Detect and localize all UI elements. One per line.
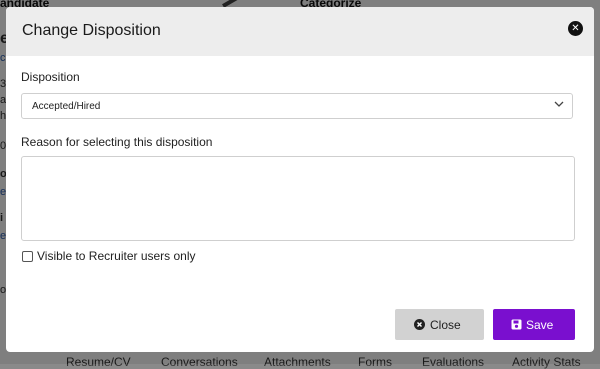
save-icon <box>511 319 522 330</box>
close-icon[interactable]: ✕ <box>568 21 583 36</box>
disposition-select[interactable]: Accepted/Hired <box>21 93 573 119</box>
close-button-label: Close <box>430 318 461 332</box>
close-circle-icon <box>414 319 425 330</box>
recruiter-visibility-checkbox[interactable] <box>22 251 33 262</box>
save-button[interactable]: Save <box>493 309 575 340</box>
save-button-label: Save <box>526 318 554 332</box>
reason-textarea[interactable] <box>21 156 575 241</box>
modal-title: Change Disposition <box>22 22 161 39</box>
recruiter-visibility-label: Visible to Recruiter users only <box>37 249 196 263</box>
close-button[interactable]: Close <box>395 309 484 340</box>
disposition-selected-value: Accepted/Hired <box>32 101 101 112</box>
chevron-down-icon <box>554 101 564 107</box>
reason-label: Reason for selecting this disposition <box>21 135 213 149</box>
modal-header: Change Disposition ✕ <box>6 7 594 56</box>
disposition-label: Disposition <box>21 70 80 84</box>
change-disposition-modal: Change Disposition ✕ Disposition Accepte… <box>6 7 594 352</box>
